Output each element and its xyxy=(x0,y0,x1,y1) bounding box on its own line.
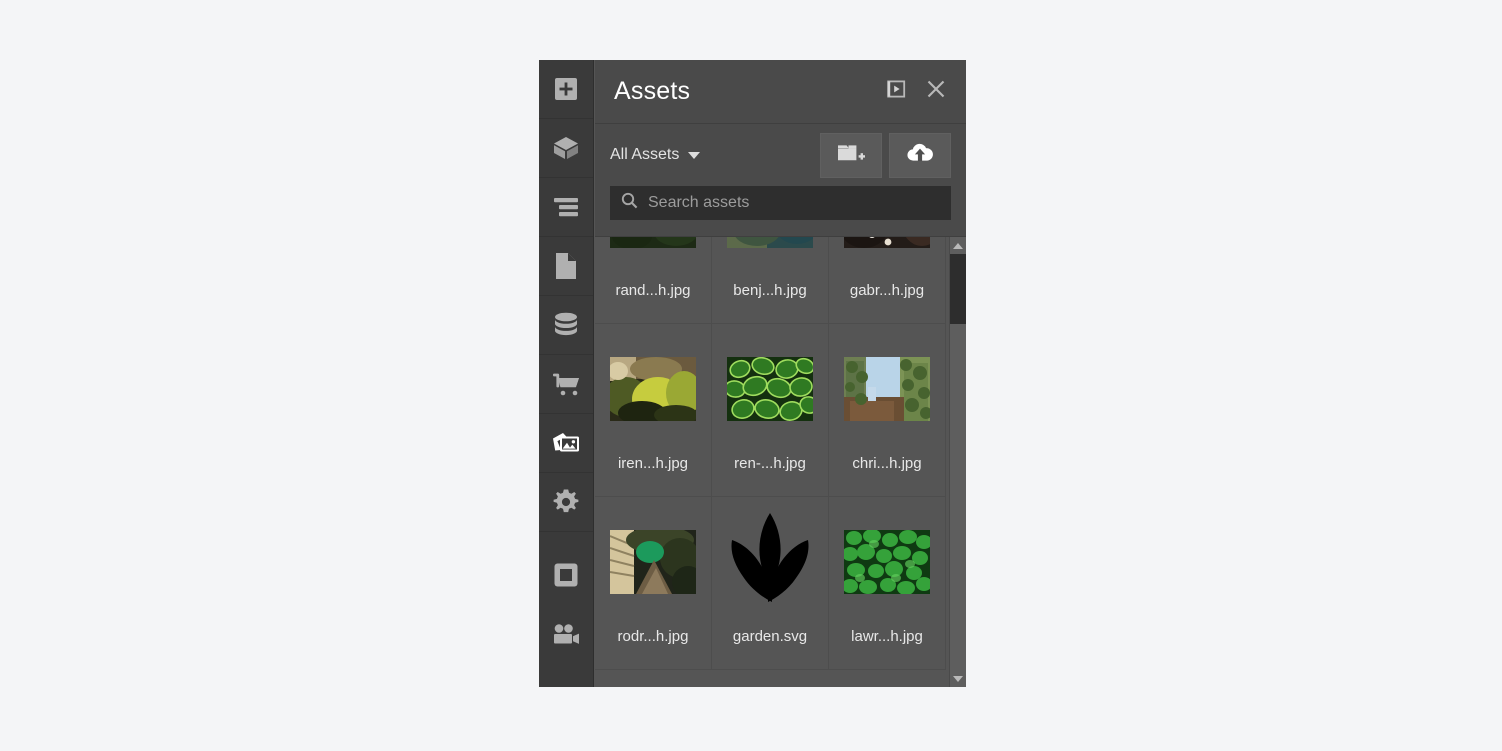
asset-cell[interactable]: iren...h.jpg xyxy=(595,324,712,497)
new-folder-button[interactable] xyxy=(820,132,882,178)
asset-grid-viewport: rand...h.jpg benj...h.jpg gabr...h.jpg i… xyxy=(595,237,949,687)
asset-thumbnail-box xyxy=(595,237,711,281)
sidebar-item-data[interactable] xyxy=(539,296,593,355)
asset-thumbnail-box xyxy=(595,497,711,627)
sidebar-item-assets[interactable] xyxy=(539,414,593,473)
asset-cell[interactable]: chri...h.jpg xyxy=(829,324,946,497)
asset-grid-region: rand...h.jpg benj...h.jpg gabr...h.jpg i… xyxy=(595,236,966,687)
sidebar-item-settings[interactable] xyxy=(539,473,593,532)
titlebar-actions xyxy=(882,78,950,106)
asset-cell[interactable]: garden.svg xyxy=(712,497,829,670)
scrollbar-thumb[interactable] xyxy=(950,254,966,324)
chevron-down-icon xyxy=(688,151,701,159)
asset-thumbnail-box xyxy=(595,324,711,454)
panel-titlebar: Assets xyxy=(595,60,966,124)
close-x-icon xyxy=(925,78,947,105)
asset-label: gabr...h.jpg xyxy=(849,282,925,299)
sidebar-item-hierarchy[interactable] xyxy=(539,178,593,237)
asset-cell[interactable]: lawr...h.jpg xyxy=(829,497,946,670)
add-plus-square-icon xyxy=(552,75,580,103)
search-area xyxy=(595,186,966,236)
panel-toolbar: All Assets xyxy=(595,124,966,186)
page-document-icon xyxy=(553,251,579,281)
editor-window: Assets All Assets Search assets rand...h… xyxy=(539,60,966,687)
photo-green-leaves-thumb xyxy=(727,357,813,421)
sidebar-item-video[interactable] xyxy=(539,604,593,663)
photo-dark-bokeh-thumb xyxy=(844,237,930,248)
scrollbar-track[interactable] xyxy=(950,254,966,670)
asset-cell[interactable]: rodr...h.jpg xyxy=(595,497,712,670)
page-title: Assets xyxy=(614,77,691,105)
shopping-cart-icon xyxy=(551,371,581,397)
collapse-panel-icon xyxy=(885,79,907,104)
collapse-panel-button[interactable] xyxy=(882,78,910,106)
asset-filter-label: All Assets xyxy=(610,146,680,163)
asset-label: rodr...h.jpg xyxy=(617,628,689,645)
cube-3d-icon xyxy=(551,133,581,163)
asset-label: garden.svg xyxy=(732,628,808,645)
sidebar-item-canvas[interactable] xyxy=(539,545,593,604)
rail-group-secondary xyxy=(539,545,593,663)
asset-cell[interactable]: benj...h.jpg xyxy=(712,237,829,324)
photo-aerial-water-thumb xyxy=(727,237,813,248)
square-outline-icon xyxy=(552,561,580,589)
asset-label: lawr...h.jpg xyxy=(851,628,923,645)
database-stack-icon xyxy=(551,311,581,339)
rail-group-primary xyxy=(539,60,593,532)
asset-label: ren-...h.jpg xyxy=(734,455,806,472)
search-input[interactable] xyxy=(648,194,940,212)
asset-label: iren...h.jpg xyxy=(617,455,689,472)
search-icon xyxy=(621,192,638,214)
list-lines-icon xyxy=(551,195,581,219)
images-stack-icon xyxy=(550,429,582,457)
asset-label: benj...h.jpg xyxy=(733,282,807,299)
vector-lotus-leaves-thumb xyxy=(720,510,820,614)
upload-button[interactable] xyxy=(889,132,951,178)
asset-cell[interactable]: rand...h.jpg xyxy=(595,237,712,324)
gear-settings-icon xyxy=(551,487,581,517)
asset-grid-scrollbar[interactable] xyxy=(949,237,966,687)
screen-root: Assets All Assets Search assets rand...h… xyxy=(0,0,1502,751)
asset-thumbnail-box xyxy=(829,497,945,627)
scroll-down-arrow-icon xyxy=(953,675,963,682)
left-icon-rail xyxy=(539,60,594,687)
asset-thumbnail-box xyxy=(829,324,945,454)
scroll-up-arrow-button[interactable] xyxy=(950,237,966,254)
photo-tropical-garden-thumb xyxy=(610,357,696,421)
asset-grid: rand...h.jpg benj...h.jpg gabr...h.jpg i… xyxy=(595,237,949,670)
photo-pergola-path-thumb xyxy=(610,530,696,594)
photo-clover-ground-thumb xyxy=(844,530,930,594)
search-box[interactable] xyxy=(610,186,951,220)
cloud-upload-icon xyxy=(905,141,935,170)
photo-lime-foliage-thumb xyxy=(610,237,696,248)
assets-panel: Assets All Assets Search assets rand...h… xyxy=(594,60,966,687)
rail-divider-gap xyxy=(539,532,593,545)
sidebar-item-pages[interactable] xyxy=(539,237,593,296)
asset-thumbnail-box xyxy=(712,497,828,627)
asset-filter-dropdown[interactable]: All Assets xyxy=(610,146,813,164)
new-folder-icon xyxy=(836,141,866,170)
asset-label: rand...h.jpg xyxy=(615,282,691,299)
sidebar-item-models[interactable] xyxy=(539,119,593,178)
asset-label: chri...h.jpg xyxy=(852,455,922,472)
sidebar-item-add[interactable] xyxy=(539,60,593,119)
video-camera-icon xyxy=(551,622,581,646)
asset-thumbnail-box xyxy=(712,237,828,281)
close-panel-button[interactable] xyxy=(922,78,950,106)
asset-thumbnail-box xyxy=(712,324,828,454)
asset-cell[interactable]: gabr...h.jpg xyxy=(829,237,946,324)
scroll-down-arrow-button[interactable] xyxy=(950,670,966,687)
scroll-up-arrow-icon xyxy=(953,242,963,249)
photo-green-towers-thumb xyxy=(844,357,930,421)
asset-cell[interactable]: ren-...h.jpg xyxy=(712,324,829,497)
asset-thumbnail-box xyxy=(829,237,945,281)
sidebar-item-store[interactable] xyxy=(539,355,593,414)
